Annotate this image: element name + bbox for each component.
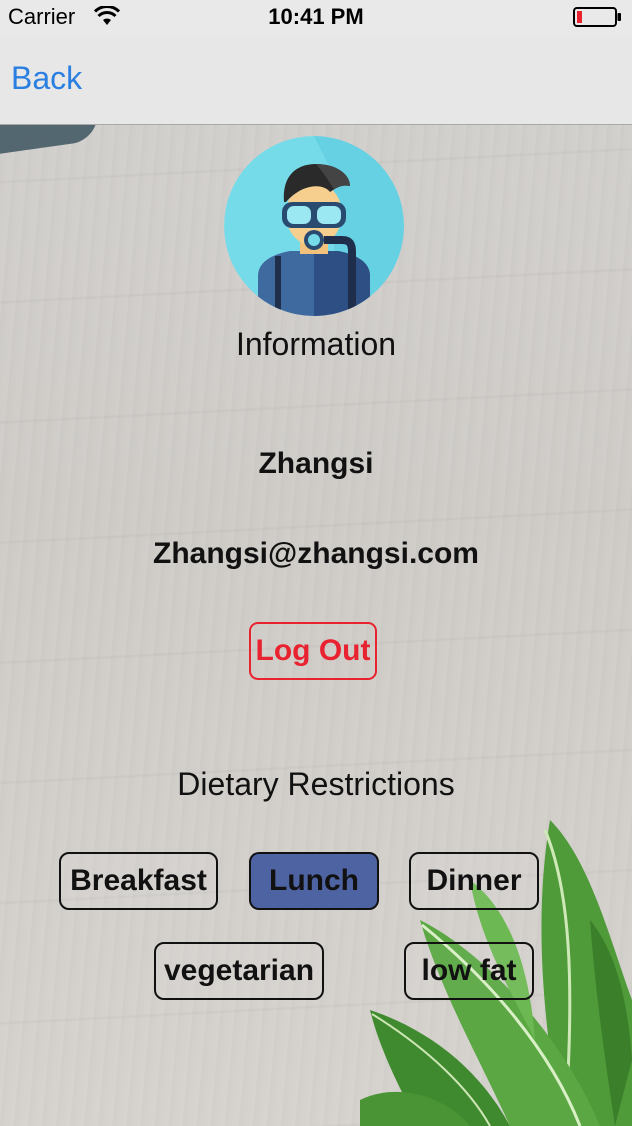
chip-vegetarian[interactable]: vegetarian [154,942,324,1000]
user-name: Zhangsi [258,447,374,480]
status-time: 10:41 PM [268,4,364,29]
avatar [224,136,404,316]
information-title: Information [235,326,397,362]
chip-lunch[interactable]: Lunch [249,852,379,910]
battery-icon [573,7,621,27]
user-email: Zhangsi@zhangsi.com [153,537,479,570]
chip-low-fat[interactable]: low fat [404,942,534,1000]
diver-avatar-icon [224,136,404,316]
back-button[interactable]: Back [11,60,82,97]
status-bar: Carrier 10:41 PM [0,0,632,36]
chip-dinner[interactable]: Dinner [409,852,539,910]
profile-screen: Carrier 10:41 PM Back Information Zhangs… [0,0,632,1126]
dietary-restrictions-title: Dietary Restrictions [177,766,455,802]
chip-breakfast[interactable]: Breakfast [59,852,218,910]
navigation-bar: Back [0,36,632,125]
logout-button[interactable]: Log Out [249,622,377,680]
